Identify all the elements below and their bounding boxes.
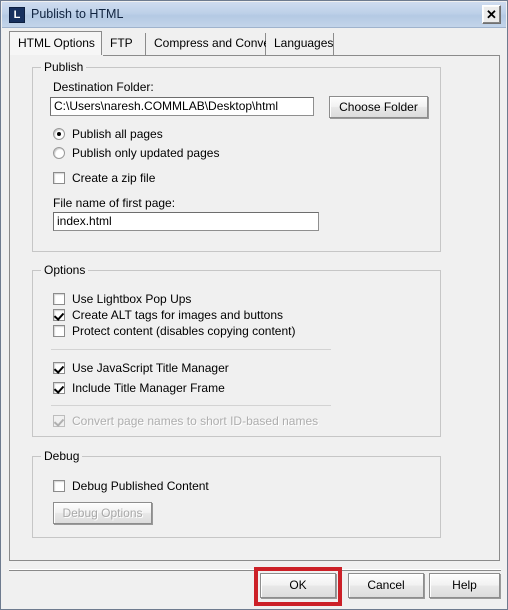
debug-options-button: Debug Options xyxy=(53,502,152,524)
checkbox-indicator xyxy=(53,309,65,321)
active-tab-seam xyxy=(10,55,103,57)
publish-to-html-dialog: L Publish to HTML ✕ HTML Options FTP Com… xyxy=(0,0,508,610)
checkbox-label: Debug Published Content xyxy=(72,479,209,493)
destination-folder-label: Destination Folder: xyxy=(53,80,154,94)
publish-group-legend: Publish xyxy=(41,60,87,74)
options-separator-2 xyxy=(51,405,331,406)
checkbox-label: Create a zip file xyxy=(72,171,156,185)
lectora-app-icon: L xyxy=(9,7,25,23)
checkbox-indicator xyxy=(53,293,65,305)
debug-group: Debug xyxy=(32,449,441,538)
footer-separator xyxy=(9,569,501,571)
debug-group-legend: Debug xyxy=(41,449,83,463)
checkbox-indicator xyxy=(53,362,65,374)
checkbox-indicator xyxy=(53,325,65,337)
cancel-button[interactable]: Cancel xyxy=(348,573,424,598)
tab-compress-and-convert[interactable]: Compress and Convert xyxy=(146,33,277,55)
tab-html-options[interactable]: HTML Options xyxy=(9,31,102,56)
tab-languages[interactable]: Languages xyxy=(266,33,334,55)
close-icon[interactable]: ✕ xyxy=(482,5,501,24)
checkbox-indicator xyxy=(53,480,65,492)
options-separator-1 xyxy=(51,349,331,350)
checkbox-label: Use JavaScript Title Manager xyxy=(72,361,229,375)
ok-button[interactable]: OK xyxy=(260,573,336,598)
tab-bar: HTML Options FTP Compress and Convert La… xyxy=(9,31,501,56)
radio-label: Publish all pages xyxy=(72,127,163,141)
destination-folder-input[interactable]: C:\Users\naresh.COMMLAB\Desktop\html xyxy=(50,97,314,116)
checkbox-label: Create ALT tags for images and buttons xyxy=(72,308,284,322)
tab-ftp[interactable]: FTP xyxy=(102,33,146,55)
options-group-legend: Options xyxy=(41,263,89,277)
checkbox-label: Use Lightbox Pop Ups xyxy=(72,292,192,306)
radio-indicator xyxy=(53,147,65,159)
choose-folder-button[interactable]: Choose Folder xyxy=(329,96,428,118)
checkbox-indicator xyxy=(53,415,65,427)
radio-indicator xyxy=(53,128,65,140)
checkbox-label: Include Title Manager Frame xyxy=(72,381,225,395)
radio-label: Publish only updated pages xyxy=(72,146,220,160)
checkbox-label: Convert page names to short ID-based nam… xyxy=(72,414,319,428)
help-button[interactable]: Help xyxy=(429,573,500,598)
title-bar: L Publish to HTML ✕ xyxy=(2,2,506,28)
first-page-filename-label: File name of first page: xyxy=(53,196,176,210)
checkbox-label: Protect content (disables copying conten… xyxy=(72,324,296,338)
checkbox-indicator xyxy=(53,382,65,394)
first-page-filename-input[interactable]: index.html xyxy=(53,212,319,231)
window-title: Publish to HTML xyxy=(31,7,124,21)
checkbox-indicator xyxy=(53,172,65,184)
